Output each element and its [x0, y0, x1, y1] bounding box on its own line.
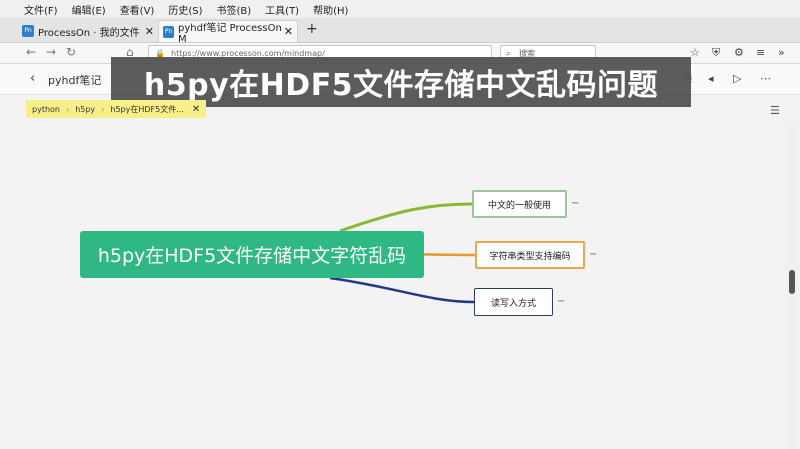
mindmap-node-general-usage[interactable]: 中文的一般使用	[472, 190, 567, 218]
mindmap-links	[329, 202, 476, 304]
mindmap-node-read-write[interactable]: 读写入方式	[474, 288, 553, 316]
collapse-icon[interactable]: −	[557, 296, 565, 307]
collapse-icon[interactable]: −	[589, 249, 597, 260]
collapse-icon[interactable]: −	[571, 198, 579, 209]
link-to-child-3	[329, 276, 475, 304]
mindmap-node-string-encoding[interactable]: 字符串类型支持编码	[475, 241, 585, 269]
link-to-child-1	[339, 202, 473, 233]
mindmap-root-node[interactable]: h5py在HDF5文件存储中文字符乱码	[80, 231, 424, 278]
